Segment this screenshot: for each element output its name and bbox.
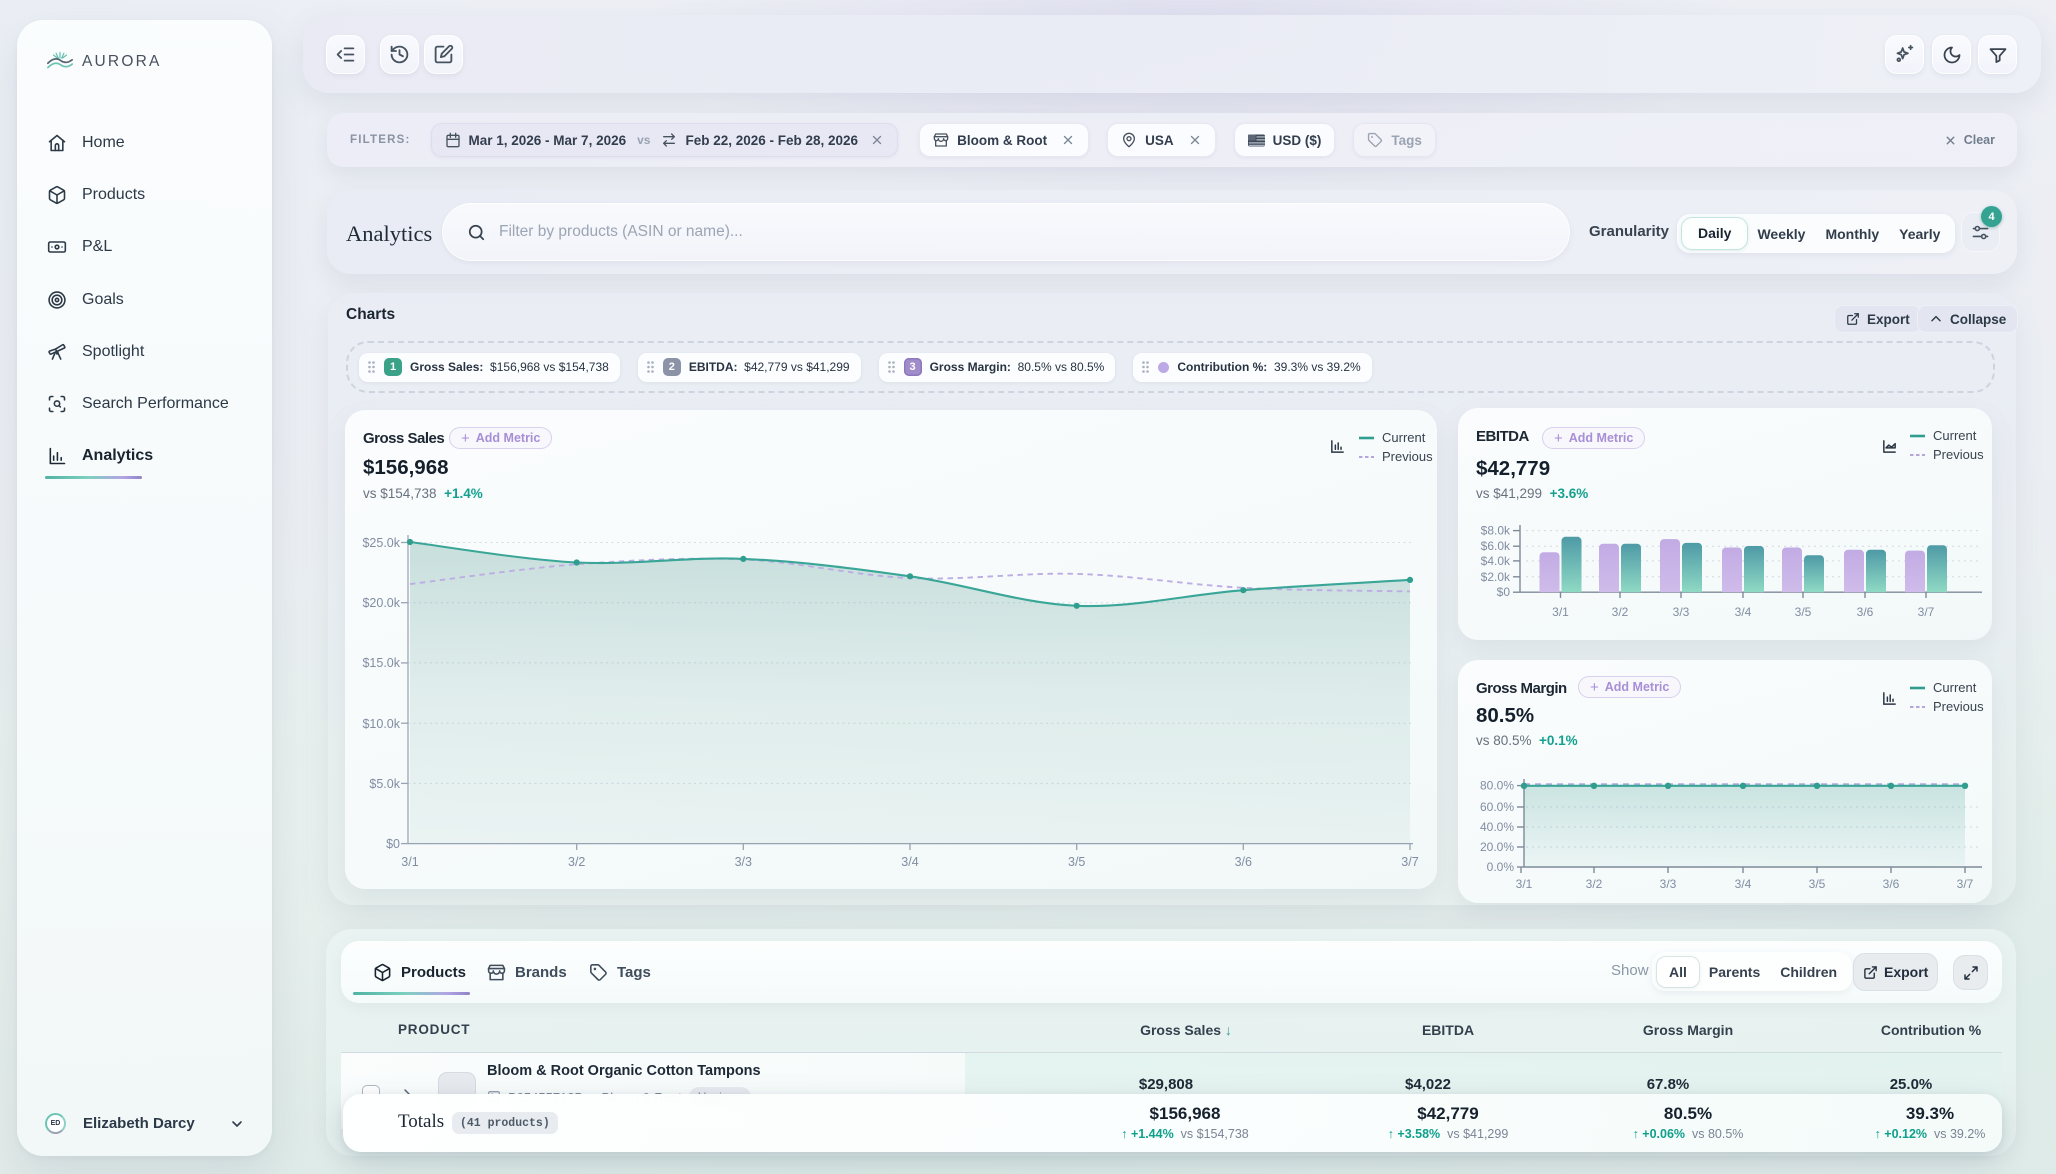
svg-text:$0: $0 (1497, 585, 1511, 599)
svg-text:3/4: 3/4 (1735, 877, 1752, 891)
svg-text:$25.0k: $25.0k (362, 536, 400, 550)
svg-text:80.0%: 80.0% (1480, 779, 1514, 793)
svg-text:3/1: 3/1 (1552, 605, 1569, 619)
svg-text:3/7: 3/7 (1957, 877, 1974, 891)
svg-text:3/1: 3/1 (1516, 877, 1533, 891)
svg-text:3/5: 3/5 (1068, 855, 1085, 869)
svg-text:3/4: 3/4 (901, 855, 918, 869)
svg-text:3/2: 3/2 (1612, 605, 1629, 619)
svg-text:3/1: 3/1 (401, 855, 418, 869)
svg-text:$2.0k: $2.0k (1481, 570, 1511, 584)
svg-text:3/2: 3/2 (568, 855, 585, 869)
svg-text:0.0%: 0.0% (1487, 860, 1515, 874)
svg-text:$4.0k: $4.0k (1481, 554, 1511, 568)
svg-text:60.0%: 60.0% (1480, 800, 1514, 814)
svg-text:$5.0k: $5.0k (369, 777, 400, 791)
svg-text:3/3: 3/3 (1673, 605, 1690, 619)
svg-text:$15.0k: $15.0k (362, 656, 400, 670)
svg-text:3/7: 3/7 (1401, 855, 1418, 869)
svg-text:3/6: 3/6 (1235, 855, 1252, 869)
svg-text:$8.0k: $8.0k (1481, 524, 1511, 538)
svg-text:$10.0k: $10.0k (362, 717, 400, 731)
svg-text:3/2: 3/2 (1586, 877, 1603, 891)
svg-text:3/6: 3/6 (1857, 605, 1874, 619)
svg-text:$20.0k: $20.0k (362, 596, 400, 610)
svg-text:$6.0k: $6.0k (1481, 539, 1511, 553)
svg-text:3/3: 3/3 (1660, 877, 1677, 891)
svg-text:$0: $0 (386, 837, 400, 851)
svg-text:40.0%: 40.0% (1480, 820, 1514, 834)
svg-text:3/5: 3/5 (1809, 877, 1826, 891)
svg-text:3/7: 3/7 (1918, 605, 1935, 619)
svg-text:3/3: 3/3 (735, 855, 752, 869)
svg-text:3/6: 3/6 (1883, 877, 1900, 891)
svg-text:3/5: 3/5 (1795, 605, 1812, 619)
svg-text:20.0%: 20.0% (1480, 840, 1514, 854)
svg-text:3/4: 3/4 (1735, 605, 1752, 619)
